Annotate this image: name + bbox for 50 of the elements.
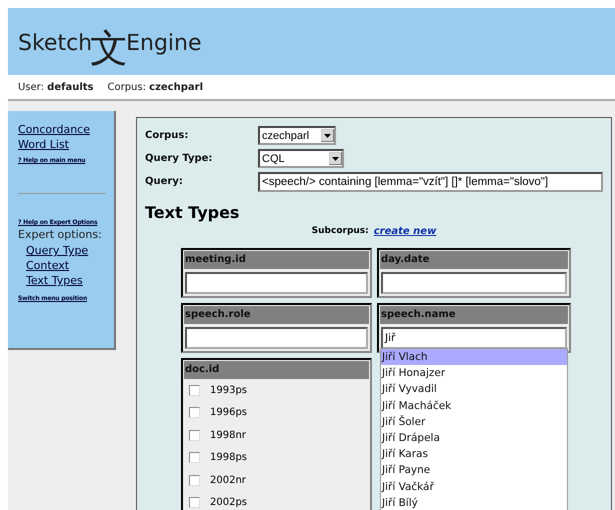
input-field[interactable] <box>185 272 368 294</box>
section-title: Text Types <box>145 203 240 222</box>
suggestion-item[interactable]: Jiří Karas <box>381 446 567 462</box>
checkbox[interactable] <box>189 384 200 396</box>
option-label: 1998nr <box>210 430 246 441</box>
dropdown[interactable]: CQL <box>258 149 344 168</box>
corpus-label: Corpus: czechparl <box>108 82 203 92</box>
suggestion-item[interactable]: Jiří Šoler <box>381 414 567 430</box>
suggestion-item[interactable]: Jiří Vyvadil <box>381 381 567 398</box>
field-label: Corpus: <box>145 130 190 141</box>
suggestion-item[interactable]: Jiří Payne <box>381 462 567 478</box>
menu-link[interactable]: Text Types <box>26 273 83 288</box>
section-label: Expert options: <box>18 227 103 243</box>
user-label: User: defaults <box>18 82 94 92</box>
suggestion-item[interactable]: Jiří Vačkář <box>381 478 567 495</box>
field-label: Query: <box>145 176 184 187</box>
checkbox[interactable] <box>189 497 200 508</box>
option-label: 1996ps <box>210 407 248 418</box>
attribute-header: speech.name <box>380 306 568 324</box>
query-field[interactable]: <speech/> containing [lemma="vzít"] []* [lemma="slovo"] <box>258 172 603 192</box>
checkbox[interactable] <box>189 474 200 486</box>
suggestion-item[interactable]: Jiří Drápela <box>381 430 567 446</box>
field-label: Query Type: <box>145 153 214 164</box>
attribute-header: doc.id <box>184 361 369 379</box>
menu-link[interactable]: Context <box>26 258 70 273</box>
input-field[interactable] <box>381 272 567 294</box>
checkbox[interactable] <box>189 407 200 418</box>
caret-icon <box>329 152 342 165</box>
attribute-header: day.date <box>380 251 568 269</box>
suggestion-item[interactable]: Jiří Vlach <box>381 349 567 366</box>
menu-link[interactable]: Concordance <box>18 122 90 137</box>
attribute-header: meeting.id <box>184 251 369 269</box>
dropdown[interactable]: czechparl <box>258 126 336 145</box>
input-field[interactable] <box>185 327 368 349</box>
option-label: 2002nr <box>210 474 246 486</box>
menu-link[interactable]: Query Type <box>26 243 88 258</box>
suggestion-item[interactable]: Jiří Bílý <box>381 494 567 510</box>
suggestion-item[interactable]: Jiří Macháček <box>381 398 567 414</box>
checkbox[interactable] <box>189 430 200 441</box>
option-label: 2002ps <box>210 497 248 508</box>
menu-link[interactable]: Word List <box>18 137 69 152</box>
create-link[interactable]: create new <box>374 226 436 238</box>
checkbox[interactable] <box>189 452 200 464</box>
option-label: 1993ps <box>210 384 248 396</box>
option-label: 1998ps <box>210 452 248 464</box>
subcorpus-label: Subcorpus: <box>312 226 369 238</box>
caret-icon <box>321 129 334 142</box>
attribute-header: speech.role <box>184 306 369 324</box>
suggestion-item[interactable]: Jiří Honajzer <box>381 365 567 382</box>
input-field[interactable]: Jiř <box>381 327 567 349</box>
